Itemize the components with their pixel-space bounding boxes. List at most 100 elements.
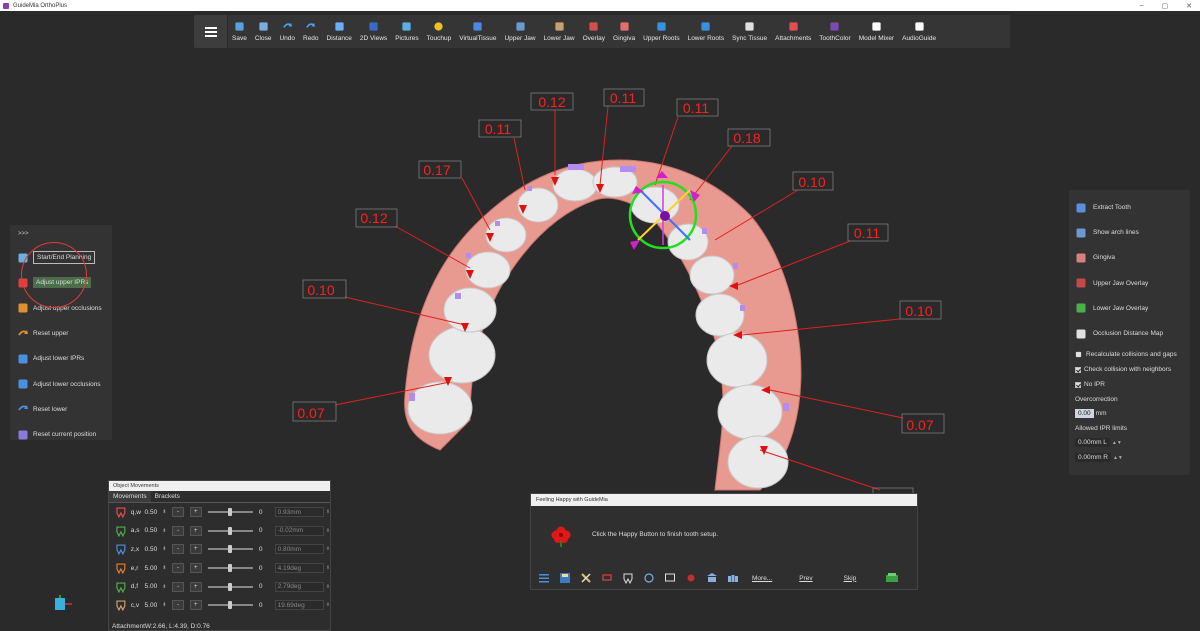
increment-button[interactable]: +: [189, 581, 202, 592]
view-option-lower-jaw-overlay[interactable]: Lower Jaw Overlay: [1069, 296, 1190, 321]
spin-arrows-icon[interactable]: ⬍: [326, 546, 330, 552]
spin-arrows-icon[interactable]: ⬍: [326, 528, 330, 534]
spin-arrows-icon[interactable]: ⬍: [162, 584, 172, 590]
tool-virtualtissue[interactable]: VirtualTissue: [455, 15, 500, 48]
spin-arrows-icon[interactable]: ⬍: [326, 565, 330, 571]
tool-lower-jaw[interactable]: Lower Jaw: [540, 15, 579, 48]
step-value[interactable]: 5.00: [145, 565, 163, 572]
check-collision-checkbox[interactable]: Check collision with neighbors: [1069, 362, 1190, 377]
tool-attachments[interactable]: Attachments: [771, 15, 815, 48]
ipr-limit-r-spinner[interactable]: 0.00mm R ▲▼: [1069, 450, 1190, 465]
measurement-field[interactable]: 0.80mm: [274, 544, 324, 555]
decrement-button[interactable]: -: [172, 600, 184, 611]
planning-item-adjust-lower-occlusions[interactable]: Adjust lower occlusions: [10, 371, 112, 396]
step-value[interactable]: 0.50: [145, 509, 163, 516]
view-option-extract-tooth[interactable]: Extract Tooth: [1069, 195, 1190, 220]
tool-undo[interactable]: Undo: [275, 15, 299, 48]
planning-item-reset-current-position[interactable]: Reset current position: [10, 422, 112, 447]
tool-audioguide[interactable]: AudioGuide: [898, 15, 940, 48]
tool-overlay[interactable]: Overlay: [579, 15, 609, 48]
close-window-icon[interactable]: ✕: [1186, 2, 1192, 10]
spin-arrows-icon[interactable]: ⬍: [326, 509, 330, 515]
measurement-field[interactable]: -0.02mm: [274, 525, 324, 536]
step-value[interactable]: 5.00: [145, 602, 163, 609]
tab-movements[interactable]: Movements: [109, 491, 151, 502]
view-option-occlusion-distance-map[interactable]: Occlusion Distance Map: [1069, 321, 1190, 346]
measurement-field[interactable]: 19.69deg: [274, 600, 324, 611]
finish-icon[interactable]: [885, 572, 899, 584]
tool-pictures[interactable]: Pictures: [391, 15, 422, 48]
maximize-icon[interactable]: ▢: [1162, 2, 1169, 10]
prev-link[interactable]: Prev: [799, 575, 812, 582]
bank-icon[interactable]: [706, 572, 718, 584]
tool-lower-roots[interactable]: Lower Roots: [684, 15, 729, 48]
view-option-gingiva[interactable]: Gingiva: [1069, 245, 1190, 270]
ipr-limit-l-spinner[interactable]: 0.00mm L ▲▼: [1069, 435, 1190, 450]
decrement-button[interactable]: -: [172, 544, 184, 555]
tool-model-mixer[interactable]: Model Mixer: [855, 15, 898, 48]
list-icon[interactable]: [538, 572, 550, 584]
tool-upper-jaw[interactable]: Upper Jaw: [500, 15, 539, 48]
movement-slider[interactable]: [207, 582, 253, 591]
tool-sync-tissue[interactable]: Sync Tissue: [728, 15, 771, 48]
increment-button[interactable]: +: [189, 525, 202, 536]
step-value[interactable]: 0.50: [145, 527, 163, 534]
tool-2d-views[interactable]: 2D Views: [356, 15, 391, 48]
attachment-icon[interactable]: [685, 572, 697, 584]
spin-arrows-icon[interactable]: ⬍: [162, 546, 172, 552]
planning-item-adjust-lower-iprs[interactable]: Adjust lower IPRs: [10, 346, 112, 371]
tab-brackets[interactable]: Brackets: [151, 491, 184, 502]
tool-upper-roots[interactable]: Upper Roots: [639, 15, 684, 48]
rotate-tooth-icon[interactable]: [643, 572, 655, 584]
skip-link[interactable]: Skip: [844, 575, 857, 582]
spin-arrows-icon[interactable]: ▲▼: [1112, 440, 1122, 446]
spin-arrows-icon[interactable]: ⬍: [162, 509, 172, 515]
tool-redo[interactable]: Redo: [299, 15, 323, 48]
happy-flower-button[interactable]: [551, 525, 571, 547]
movement-slider[interactable]: [207, 508, 253, 517]
tool-touchup[interactable]: Touchup: [423, 15, 456, 48]
tool-gingiva[interactable]: Gingiva: [609, 15, 639, 48]
measurement-field[interactable]: 0.93mm: [274, 507, 324, 518]
movement-slider[interactable]: [207, 601, 253, 610]
tool-close[interactable]: Close: [251, 15, 276, 48]
spin-arrows-icon[interactable]: ▲▼: [1113, 455, 1123, 461]
view-option-show-arch-lines[interactable]: Show arch lines: [1069, 220, 1190, 245]
step-value[interactable]: 0.50: [145, 546, 163, 553]
decrement-button[interactable]: -: [172, 507, 184, 518]
increment-button[interactable]: +: [189, 544, 202, 555]
decrement-button[interactable]: -: [172, 525, 184, 536]
teeth-row-icon[interactable]: [727, 572, 739, 584]
no-ipr-checkbox[interactable]: No IPR: [1069, 377, 1190, 392]
more-link[interactable]: More...: [752, 575, 772, 582]
tool-toothcolor[interactable]: ToothColor: [815, 15, 854, 48]
planning-item-reset-upper[interactable]: Reset upper: [10, 321, 112, 346]
increment-button[interactable]: +: [189, 507, 202, 518]
bracket-icon[interactable]: [601, 572, 613, 584]
decrement-button[interactable]: -: [172, 581, 184, 592]
measurement-field[interactable]: 2.79deg: [274, 581, 324, 592]
planning-item-reset-lower[interactable]: Reset lower: [10, 397, 112, 422]
tool-distance[interactable]: Distance: [323, 15, 356, 48]
decrement-button[interactable]: -: [172, 563, 184, 574]
spin-arrows-icon[interactable]: ⬍: [162, 528, 172, 534]
tool-save[interactable]: Save: [228, 15, 251, 48]
spin-arrows-icon[interactable]: ⬍: [326, 602, 330, 608]
spin-arrows-icon[interactable]: ⬍: [162, 602, 172, 608]
tools-icon[interactable]: [580, 572, 592, 584]
spin-arrows-icon[interactable]: ⬍: [162, 565, 172, 571]
movement-slider[interactable]: [207, 545, 253, 554]
overcorrection-spinner[interactable]: 0.00 mm: [1069, 406, 1190, 421]
increment-button[interactable]: +: [189, 600, 202, 611]
view-option-recalculate-collisions-and-gaps[interactable]: Recalculate collisions and gaps: [1069, 346, 1190, 362]
tooth-icon[interactable]: [622, 572, 634, 584]
minimize-icon[interactable]: –: [1140, 2, 1144, 10]
movement-slider[interactable]: [207, 564, 253, 573]
screen-icon[interactable]: [664, 572, 676, 584]
movement-slider[interactable]: [207, 526, 253, 535]
step-value[interactable]: 5.00: [145, 583, 163, 590]
spin-arrows-icon[interactable]: ⬍: [326, 584, 330, 590]
measurement-field[interactable]: 4.19deg: [274, 563, 324, 574]
hamburger-menu-button[interactable]: [194, 15, 228, 48]
view-option-upper-jaw-overlay[interactable]: Upper Jaw Overlay: [1069, 271, 1190, 296]
